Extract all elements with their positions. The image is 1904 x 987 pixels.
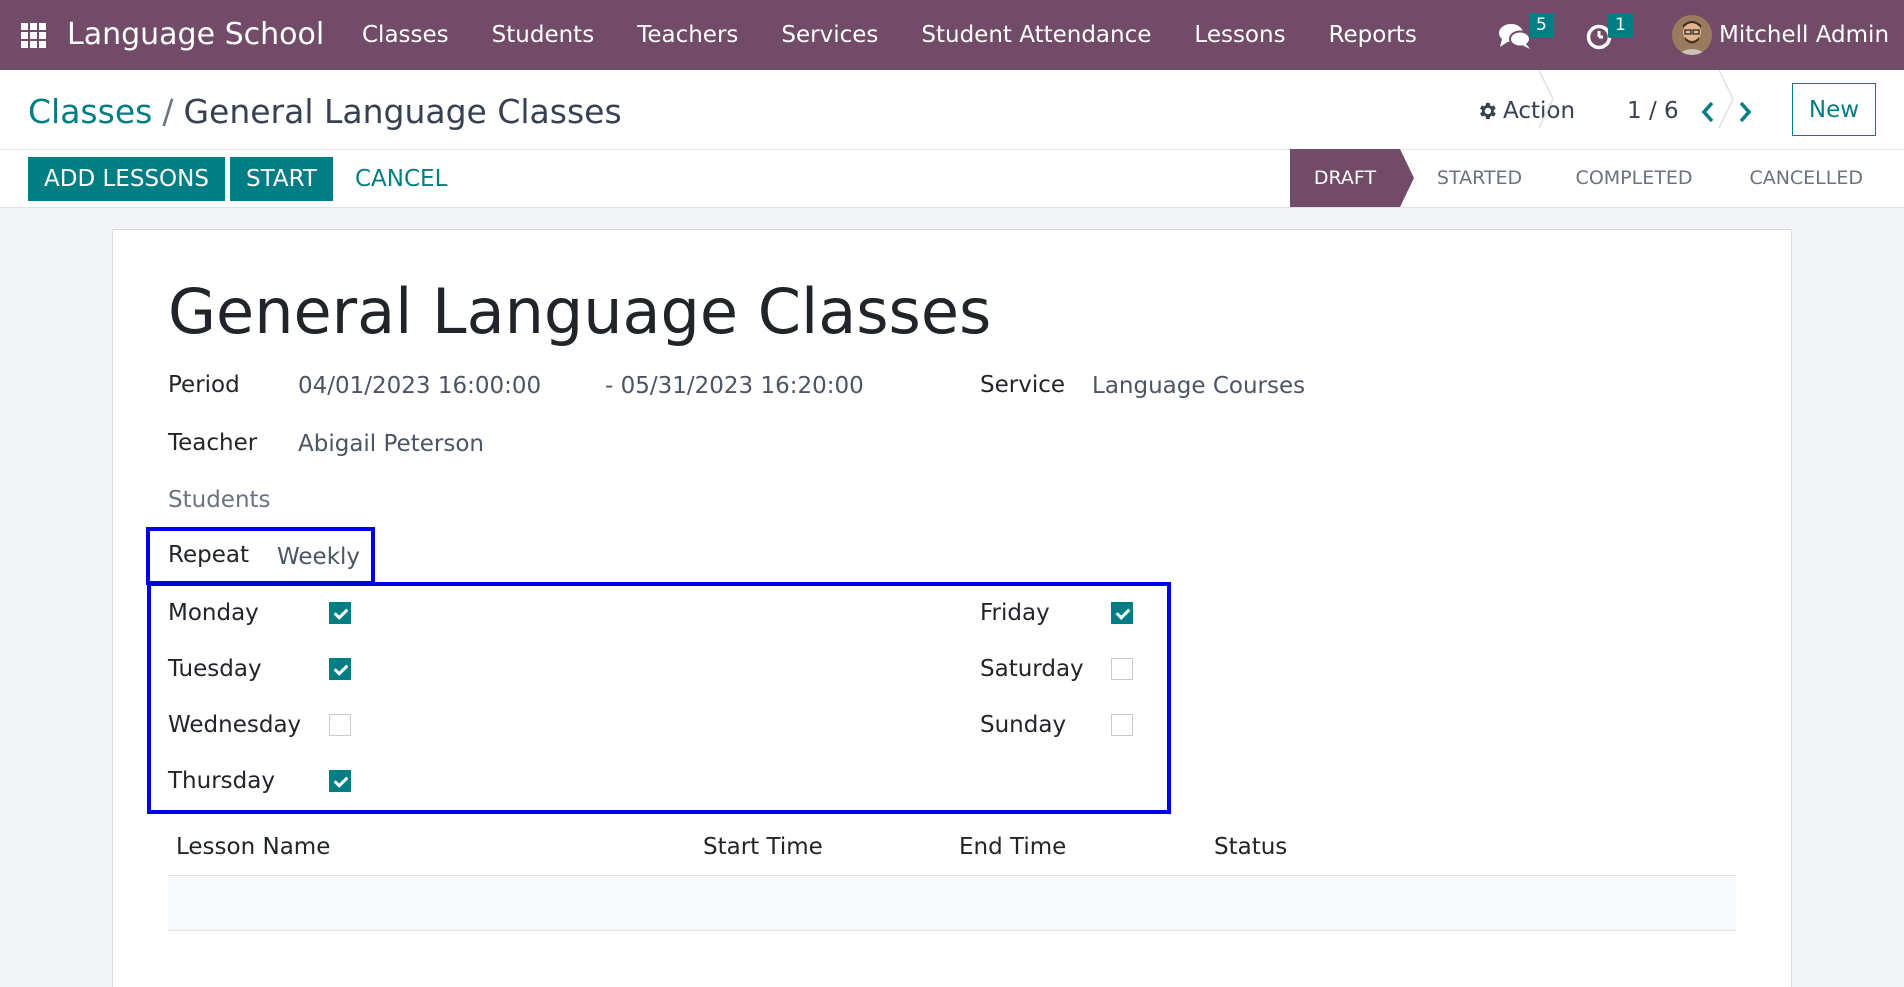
service-label: Service [980,372,1066,398]
app-brand[interactable]: Language School [67,15,324,55]
monday-label: Monday [168,600,259,626]
teacher-field[interactable]: Abigail Peterson [298,429,484,459]
breadcrumb: Classes / General Language Classes [28,90,622,134]
teacher-label: Teacher [168,430,258,456]
chevron-right-icon[interactable] [1735,98,1755,126]
user-avatar-image [1672,15,1712,55]
add-lessons-button[interactable]: ADD LESSONS [28,157,225,201]
status-bar: DRAFT STARTED COMPLETED CANCELLED [1290,149,1878,207]
thursday-checkbox[interactable] [329,770,351,792]
breadcrumb-parent-link[interactable]: Classes [28,92,152,131]
stage-started[interactable]: STARTED [1400,149,1545,207]
apps-menu-icon[interactable] [21,23,46,48]
breadcrumb-current: General Language Classes [183,92,622,131]
column-header-end-time[interactable]: End Time [959,831,1066,863]
stage-draft[interactable]: DRAFT [1290,149,1414,207]
column-header-start-time[interactable]: Start Time [703,831,823,863]
menu-item-reports[interactable]: Reports [1329,22,1417,48]
period-end-field[interactable]: - 05/31/2023 16:20:00 [605,371,864,401]
wednesday-checkbox[interactable] [329,714,351,736]
column-header-status[interactable]: Status [1214,831,1287,863]
control-panel: Classes / General Language Classes Action … [0,70,1904,208]
sunday-label: Sunday [980,712,1067,738]
action-menu-button[interactable]: Action [1476,94,1575,128]
tuesday-checkbox[interactable] [329,658,351,680]
repeat-label: Repeat [168,542,249,568]
tuesday-label: Tuesday [168,656,262,682]
friday-checkbox[interactable] [1111,602,1133,624]
menu-item-services[interactable]: Services [781,22,878,48]
stage-completed[interactable]: COMPLETED [1545,149,1723,207]
period-start-field[interactable]: 04/01/2023 16:00:00 [298,371,541,401]
menu-item-classes[interactable]: Classes [362,22,449,48]
friday-label: Friday [980,600,1050,626]
menu-item-teachers[interactable]: Teachers [637,22,738,48]
students-label: Students [168,487,271,513]
column-header-lesson-name[interactable]: Lesson Name [176,831,330,863]
stage-cancelled[interactable]: CANCELLED [1723,149,1878,207]
saturday-label: Saturday [980,656,1084,682]
repeat-field[interactable]: Weekly [277,542,360,572]
sunday-checkbox[interactable] [1111,714,1133,736]
menu-item-lessons[interactable]: Lessons [1194,22,1285,48]
user-avatar[interactable] [1672,15,1712,55]
activities-count-badge: 1 [1608,13,1633,38]
service-field[interactable]: Language Courses [1092,371,1305,401]
wednesday-label: Wednesday [168,712,302,738]
pager-value[interactable]: 1 / 6 [1627,94,1679,128]
saturday-checkbox[interactable] [1111,658,1133,680]
messages-count-badge: 5 [1529,13,1554,38]
chevron-left-icon[interactable] [1698,98,1718,126]
main-menu: Classes Students Teachers Services Stude… [362,0,1460,70]
menu-item-student-attendance[interactable]: Student Attendance [921,22,1151,48]
cancel-button[interactable]: CANCEL [355,157,447,201]
record-title[interactable]: General Language Classes [168,272,991,352]
start-button[interactable]: START [230,157,333,201]
user-name[interactable]: Mitchell Admin [1719,19,1889,51]
table-empty-row [168,876,1736,931]
menu-item-students[interactable]: Students [492,22,595,48]
new-record-button[interactable]: New [1792,83,1876,136]
stage-separator-icon [1718,70,1734,128]
top-navbar: Language School Classes Students Teacher… [0,0,1904,70]
stage-separator-icon [1538,70,1554,128]
gear-icon [1480,102,1496,120]
period-label: Period [168,372,240,398]
chat-bubbles-icon [1499,24,1531,49]
breadcrumb-separator: / [162,92,174,131]
thursday-label: Thursday [168,768,275,794]
monday-checkbox[interactable] [329,602,351,624]
